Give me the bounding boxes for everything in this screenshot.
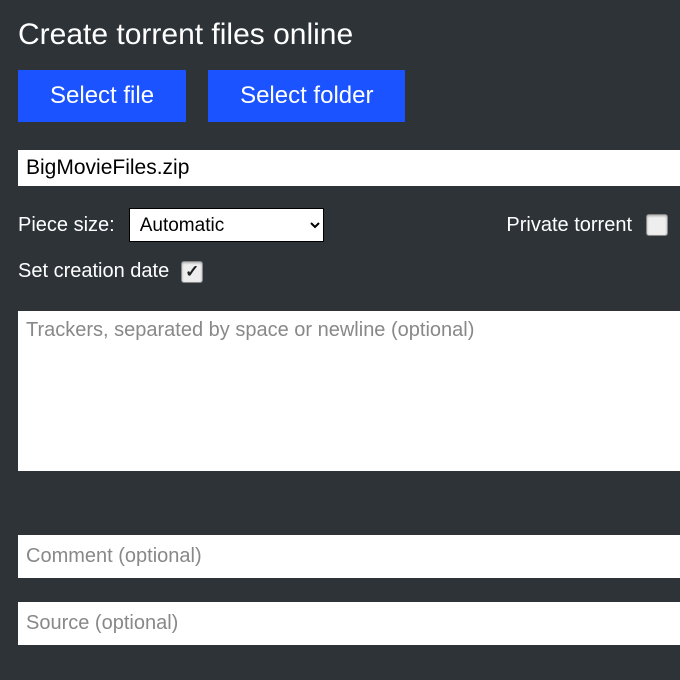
trackers-textarea[interactable] (18, 311, 680, 471)
comment-input[interactable] (18, 535, 680, 578)
filename-input[interactable] (18, 150, 680, 186)
options-row: Piece size: Automatic Private torrent (18, 208, 680, 242)
creation-date-label: Set creation date (18, 260, 169, 283)
file-selection-row: Select file Select folder (18, 70, 680, 122)
private-torrent-checkbox[interactable] (646, 214, 668, 236)
private-torrent-label: Private torrent (506, 214, 632, 237)
source-input[interactable] (18, 602, 680, 645)
select-folder-button[interactable]: Select folder (208, 70, 405, 122)
piece-size-select[interactable]: Automatic (129, 208, 324, 242)
select-file-button[interactable]: Select file (18, 70, 186, 122)
creation-date-row: Set creation date (18, 260, 680, 283)
creation-date-checkbox[interactable] (181, 261, 203, 283)
piece-size-label: Piece size: (18, 214, 115, 237)
page-title: Create torrent files online (18, 18, 680, 52)
